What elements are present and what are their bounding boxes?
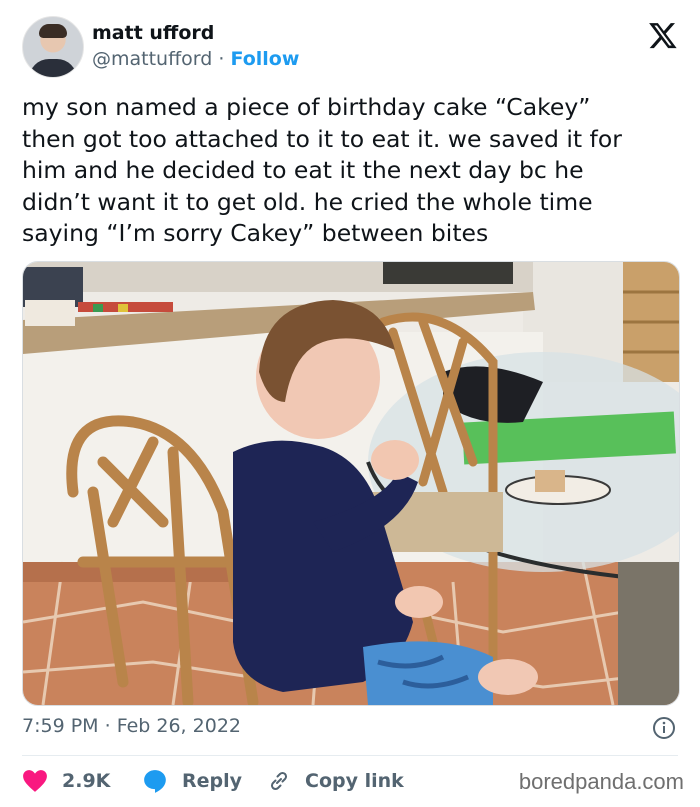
- photo-illustration: [23, 262, 679, 705]
- follow-button[interactable]: Follow: [231, 48, 300, 70]
- copy-link-label: Copy link: [305, 770, 404, 792]
- x-logo-icon[interactable]: [648, 20, 678, 50]
- author-name[interactable]: matt ufford: [92, 22, 214, 44]
- tweet-timestamp[interactable]: 7:59 PM · Feb 26, 2022: [22, 715, 241, 737]
- avatar[interactable]: [22, 16, 84, 78]
- watermark: boredpanda.com: [518, 769, 684, 794]
- tweet-actions: 2.9K Reply Copy link: [22, 767, 482, 795]
- divider: [22, 755, 678, 756]
- reply-bubble-icon: [144, 770, 166, 793]
- info-icon[interactable]: [652, 716, 676, 740]
- reply-label: Reply: [182, 770, 243, 792]
- tweet-photo[interactable]: [22, 261, 680, 706]
- tweet-date: Feb 26, 2022: [116, 715, 241, 737]
- link-icon: [270, 771, 288, 791]
- heart-icon: [23, 770, 47, 792]
- copy-link-button[interactable]: Copy link: [267, 767, 404, 795]
- like-count: 2.9K: [62, 770, 111, 792]
- tweet-header: matt ufford @mattufford · Follow: [22, 16, 678, 78]
- handle-separator: ·: [218, 48, 225, 70]
- tweet-time: 7:59 PM: [22, 715, 99, 737]
- reply-button[interactable]: Reply: [142, 767, 242, 795]
- tweet-text: my son named a piece of birthday cake “C…: [22, 93, 622, 247]
- author-handle-line: @mattufford · Follow: [92, 48, 299, 70]
- timestamp-separator: ·: [104, 715, 111, 737]
- author-handle[interactable]: @mattufford: [92, 48, 212, 70]
- like-button[interactable]: 2.9K: [22, 767, 110, 795]
